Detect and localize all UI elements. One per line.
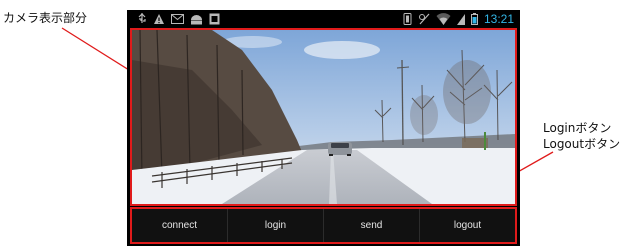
- android-icon: [191, 14, 202, 24]
- status-bar-left: [137, 10, 220, 28]
- status-clock: 13:21: [483, 12, 514, 26]
- login-button[interactable]: login: [228, 209, 324, 242]
- send-button[interactable]: send: [324, 209, 420, 242]
- wifi-icon: [436, 13, 451, 25]
- phone-screen: 13:21 connect login send logout: [127, 10, 520, 246]
- image-icon: [209, 13, 220, 25]
- connect-button[interactable]: connect: [132, 209, 228, 242]
- usb-icon: [138, 13, 146, 23]
- status-bar-right: 13:21: [403, 10, 514, 28]
- logout-button[interactable]: logout: [420, 209, 515, 242]
- no-signal-icon: [418, 13, 430, 25]
- status-bar: 13:21: [127, 10, 520, 28]
- mail-icon: [171, 14, 184, 24]
- action-button-bar: connect login send logout: [130, 207, 517, 244]
- vibrate-icon: [403, 13, 412, 25]
- camera-image: [132, 30, 515, 204]
- signal-bars-icon: [456, 14, 465, 25]
- warning-icon: [154, 14, 164, 24]
- camera-pointer-line: [61, 27, 138, 76]
- battery-icon: [470, 13, 478, 25]
- camera-preview[interactable]: [130, 28, 517, 206]
